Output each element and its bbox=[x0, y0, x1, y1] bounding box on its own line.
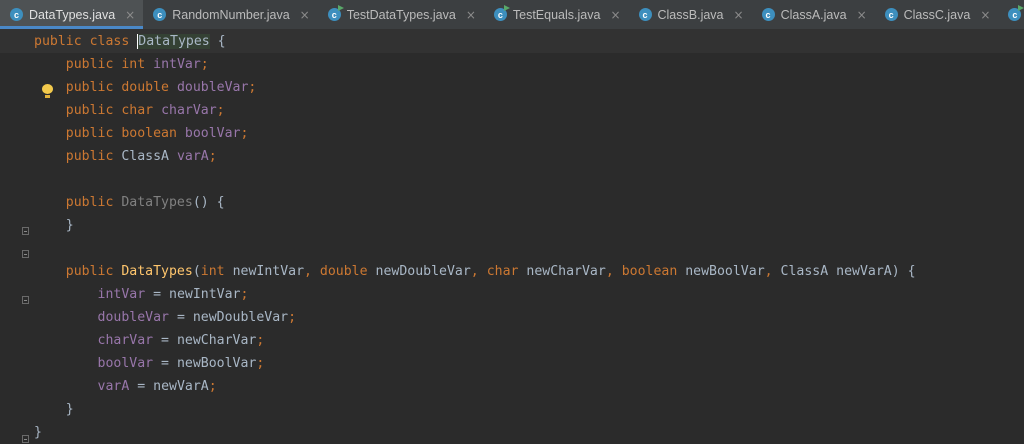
tab-classc[interactable]: c ClassC.java × bbox=[875, 0, 999, 29]
assignment-statement: charVar = newCharVar; bbox=[97, 333, 265, 348]
tab-label: RandomNumber.java bbox=[172, 7, 290, 22]
tab-datatypes[interactable]: c DataTypes.java × bbox=[0, 0, 144, 29]
close-tab-icon[interactable]: × bbox=[980, 8, 990, 22]
code-line: } bbox=[65, 218, 74, 233]
tab-label: DataTypes.java bbox=[29, 7, 116, 22]
code-editor[interactable]: public class DataTypes { public int intV… bbox=[0, 30, 1024, 444]
class-name: DataTypes bbox=[138, 34, 210, 49]
code-line: public class DataTypes { bbox=[0, 30, 1024, 53]
assignment-statement: varA = newVarA; bbox=[97, 379, 217, 394]
java-class-icon: c bbox=[884, 8, 898, 21]
tab-classb[interactable]: c ClassB.java × bbox=[629, 0, 752, 29]
fold-end-icon[interactable] bbox=[22, 435, 29, 443]
code-line: } bbox=[65, 402, 74, 417]
assignment-statement: intVar = newIntVar; bbox=[97, 287, 249, 302]
close-tab-icon[interactable]: × bbox=[734, 8, 744, 22]
java-class-icon: c bbox=[1008, 5, 1024, 21]
code-area[interactable]: public class DataTypes { public int intV… bbox=[0, 30, 1024, 444]
code-line: public DataTypes() { bbox=[65, 195, 225, 210]
fold-start-icon[interactable] bbox=[22, 296, 29, 304]
tab-label: ClassB.java bbox=[657, 7, 724, 22]
fold-end-icon[interactable] bbox=[22, 250, 29, 258]
close-tab-icon[interactable]: × bbox=[610, 8, 620, 22]
fold-start-icon[interactable] bbox=[22, 227, 29, 235]
tab-classa[interactable]: c ClassA.java × bbox=[752, 0, 875, 29]
close-tab-icon[interactable]: × bbox=[300, 8, 310, 22]
field-declaration: public int intVar; bbox=[65, 57, 209, 72]
tab-label: TestEquals.java bbox=[512, 7, 601, 22]
field-declaration: public ClassA varA; bbox=[65, 149, 217, 164]
tab-testequals[interactable]: c TestEquals.java × bbox=[484, 0, 629, 29]
java-class-icon: c bbox=[153, 8, 167, 21]
field-declaration: public char charVar; bbox=[65, 103, 225, 118]
editor-gutter bbox=[0, 30, 30, 441]
tab-countobj[interactable]: cCountObj bbox=[998, 0, 1024, 29]
java-class-icon: c bbox=[327, 5, 344, 21]
tab-label: ClassA.java bbox=[780, 7, 847, 22]
field-declaration: public double doubleVar; bbox=[65, 80, 257, 95]
assignment-statement: boolVar = newBoolVar; bbox=[97, 356, 265, 371]
tab-randomnumber[interactable]: c RandomNumber.java × bbox=[143, 0, 317, 29]
tab-label: ClassC.java bbox=[903, 7, 971, 22]
java-class-icon: c bbox=[493, 5, 510, 21]
code-line: public DataTypes(int newIntVar, double n… bbox=[65, 264, 916, 279]
tab-testdatatypes[interactable]: c TestDataTypes.java × bbox=[318, 0, 484, 29]
field-declaration: public boolean boolVar; bbox=[65, 126, 249, 141]
close-tab-icon[interactable]: × bbox=[466, 8, 476, 22]
java-class-icon: c bbox=[10, 8, 23, 21]
code-line: } bbox=[34, 425, 42, 440]
assignment-statement: doubleVar = newDoubleVar; bbox=[97, 310, 297, 325]
editor-tab-bar: c DataTypes.java × c RandomNumber.java × c Test… bbox=[0, 0, 1024, 30]
close-tab-icon[interactable]: × bbox=[125, 8, 135, 22]
tab-label: TestDataTypes.java bbox=[346, 7, 456, 22]
java-class-icon: c bbox=[638, 8, 652, 21]
close-tab-icon[interactable]: × bbox=[857, 8, 867, 22]
java-class-icon: c bbox=[761, 8, 775, 21]
